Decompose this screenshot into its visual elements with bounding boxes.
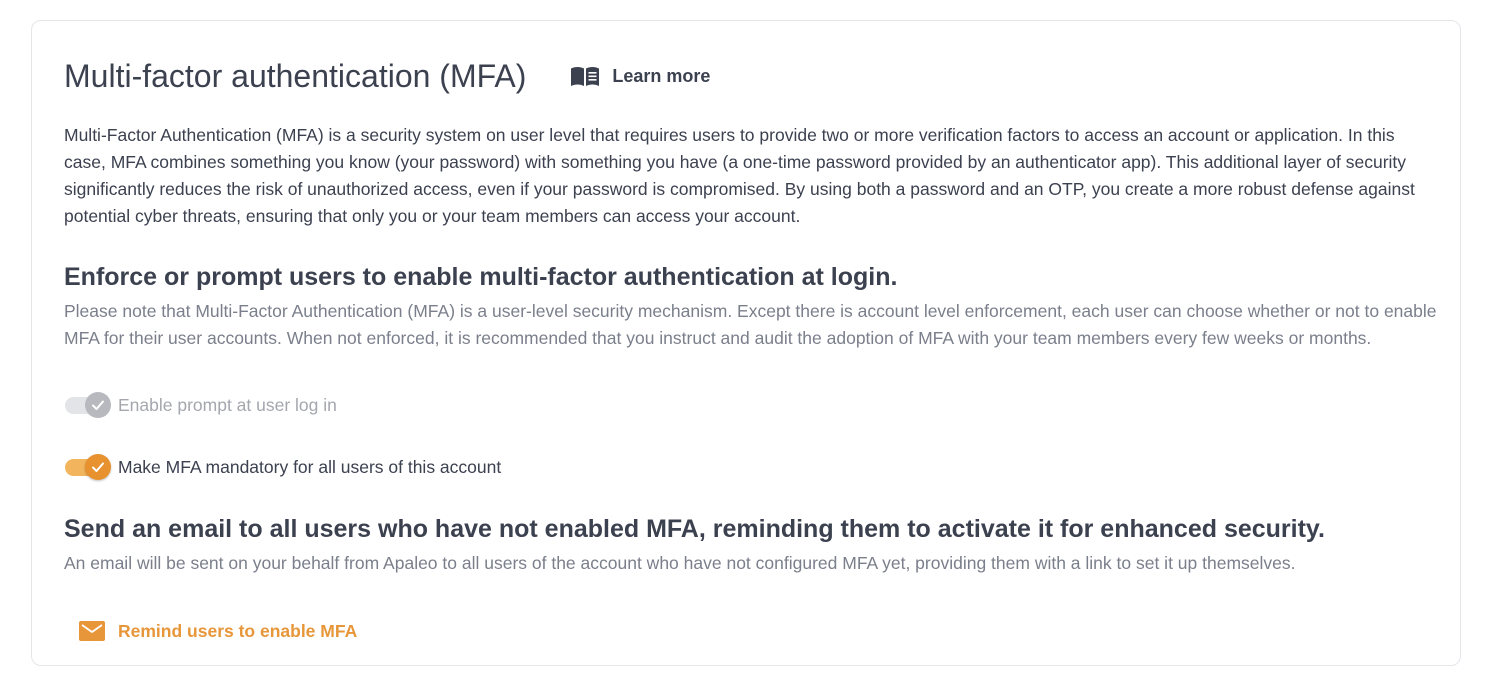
enforce-note: Please note that Multi-Factor Authentica… [64,301,1437,348]
learn-more-link[interactable]: Learn more [570,65,710,87]
prompt-toggle-row[interactable]: Enable prompt at user log in [64,390,337,420]
check-icon [92,462,104,472]
learn-more-label: Learn more [612,65,711,86]
enforce-heading: Enforce or prompt users to enable multi-… [64,263,898,291]
mandatory-toggle-row[interactable]: Make MFA mandatory for all users of this… [64,452,501,482]
mfa-settings-card: Multi-factor authentication (MFA) Learn … [31,20,1461,666]
reminder-note: An email will be sent on your behalf fro… [64,553,1296,573]
title-row: Multi-factor authentication (MFA) Learn … [64,55,710,97]
envelope-icon [79,621,105,641]
prompt-toggle-label: Enable prompt at user log in [118,394,337,415]
remind-users-label: Remind users to enable MFA [118,620,358,641]
page-title: Multi-factor authentication (MFA) [64,57,527,94]
toggle-knob [85,454,111,480]
check-icon [92,400,104,410]
mfa-description: Multi-Factor Authentication (MFA) is a s… [64,125,1415,226]
book-icon [571,67,600,86]
mandatory-toggle[interactable] [64,452,112,482]
reminder-heading: Send an email to all users who have not … [64,515,1325,543]
mandatory-toggle-label: Make MFA mandatory for all users of this… [118,456,502,477]
toggle-knob [85,392,111,418]
prompt-toggle[interactable] [64,390,112,420]
remind-users-button[interactable]: Remind users to enable MFA [78,617,357,645]
